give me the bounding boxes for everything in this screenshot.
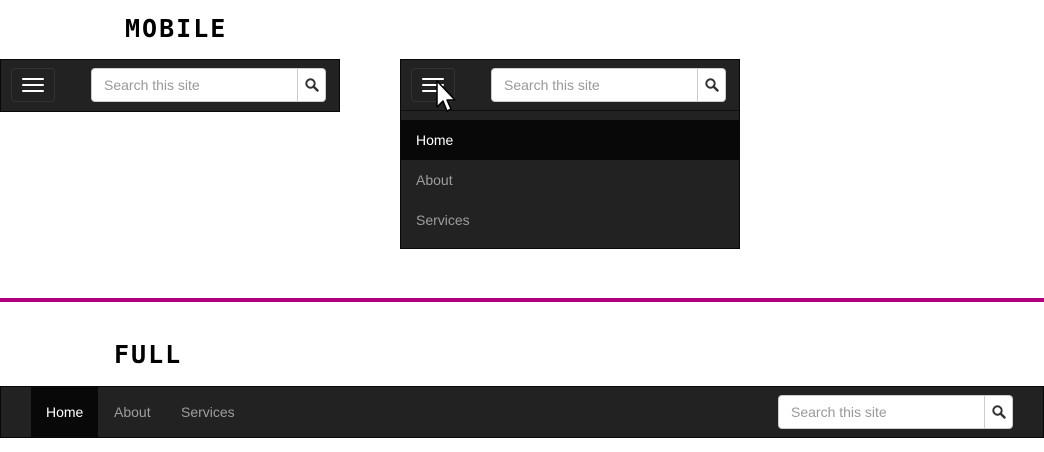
menu-item-services[interactable]: Services [401,200,739,240]
section-divider [0,298,1044,302]
nav-link-home[interactable]: Home [31,387,99,437]
search-button[interactable] [698,68,726,102]
search-input[interactable] [491,68,698,102]
search-input[interactable] [91,68,298,102]
menu-item-about[interactable]: About [401,160,739,200]
search-button[interactable] [985,395,1013,429]
menu-item-home[interactable]: Home [401,120,739,160]
search-input[interactable] [778,395,985,429]
search-form [778,395,1013,429]
search-form [491,68,726,102]
nav-link-services[interactable]: Services [166,387,250,437]
hamburger-icon [22,78,44,80]
full-section-title: FULL [114,340,183,369]
menu-toggle-button[interactable] [11,68,55,102]
search-icon [704,78,719,92]
mobile-section-title: MOBILE [125,14,228,43]
search-icon [991,405,1006,419]
search-icon [304,78,319,92]
search-button[interactable] [298,68,326,102]
mobile-navbar-expanded: Home About Services [400,59,740,249]
search-form [91,68,326,102]
nav-link-about[interactable]: About [99,387,166,437]
mobile-navbar-collapsed [0,59,340,112]
full-navbar: Home About Services [0,386,1044,438]
cursor-arrow-icon [436,80,456,112]
